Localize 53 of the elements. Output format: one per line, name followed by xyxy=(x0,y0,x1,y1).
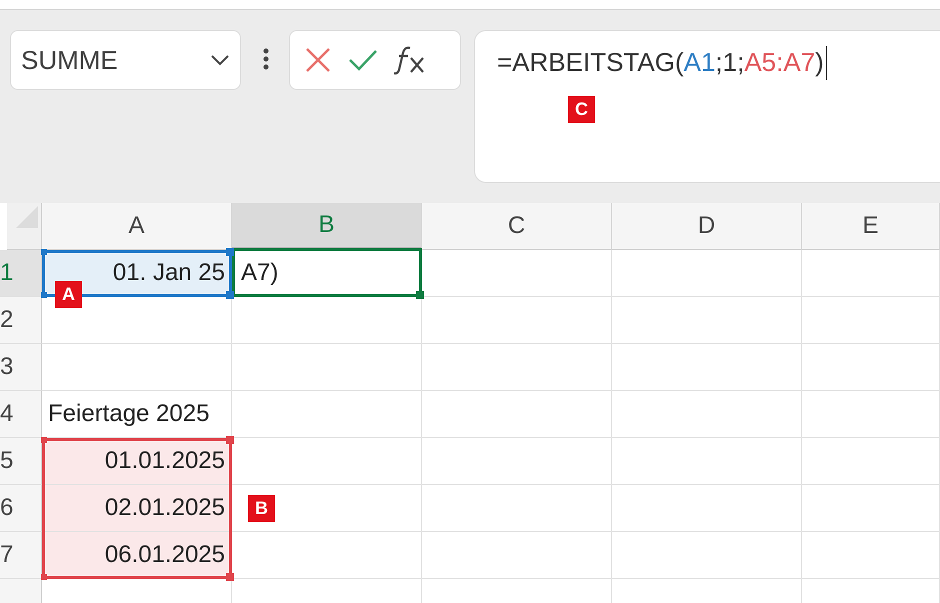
empty-cell[interactable] xyxy=(802,485,940,532)
table-cell[interactable]: 01.01.2025 xyxy=(42,438,232,485)
active-cell[interactable]: A7) xyxy=(232,248,422,297)
row-header[interactable]: 3 xyxy=(0,344,42,391)
empty-cell[interactable] xyxy=(612,297,802,344)
empty-cell[interactable] xyxy=(612,438,802,485)
empty-cell[interactable] xyxy=(802,532,940,579)
column-header[interactable]: C xyxy=(422,203,612,250)
column-header[interactable]: B xyxy=(232,203,422,250)
fill-handle[interactable] xyxy=(416,291,424,299)
annotation-overlay: A xyxy=(55,281,82,308)
empty-cell[interactable] xyxy=(232,391,422,438)
empty-cell[interactable] xyxy=(802,250,940,297)
more-options-icon[interactable] xyxy=(263,48,269,70)
empty-cell[interactable] xyxy=(802,391,940,438)
empty-cell[interactable] xyxy=(802,438,940,485)
chevron-down-icon[interactable] xyxy=(210,54,230,66)
row-header[interactable]: 5 xyxy=(0,438,42,485)
empty-cell[interactable] xyxy=(422,391,612,438)
empty-cell[interactable] xyxy=(422,297,612,344)
empty-cell[interactable] xyxy=(612,485,802,532)
empty-cell[interactable] xyxy=(232,344,422,391)
name-box[interactable]: SUMME xyxy=(10,30,241,90)
check-icon[interactable] xyxy=(348,48,378,72)
empty-cell[interactable] xyxy=(612,250,802,297)
text-cursor xyxy=(826,46,827,80)
empty-cell[interactable] xyxy=(232,297,422,344)
cancel-icon[interactable] xyxy=(304,46,332,74)
formula-text: =ARBEITSTAG(A1;1;A5:A7) xyxy=(497,46,824,79)
empty-cell[interactable] xyxy=(422,485,612,532)
column-header[interactable]: A xyxy=(42,203,232,250)
table-cell[interactable]: 06.01.2025 xyxy=(42,532,232,579)
column-header[interactable]: E xyxy=(802,203,940,250)
empty-cell[interactable] xyxy=(802,297,940,344)
empty-cell[interactable] xyxy=(422,250,612,297)
empty-cell[interactable] xyxy=(612,532,802,579)
empty-cell[interactable] xyxy=(612,344,802,391)
annotation-overlay: B xyxy=(248,495,275,522)
empty-cell[interactable] xyxy=(422,344,612,391)
empty-cell[interactable] xyxy=(422,438,612,485)
column-header[interactable]: D xyxy=(612,203,802,250)
empty-cell[interactable] xyxy=(422,532,612,579)
row-header[interactable]: 7 xyxy=(0,532,42,579)
name-box-value: SUMME xyxy=(21,44,118,76)
empty-cell[interactable] xyxy=(612,391,802,438)
empty-cell[interactable] xyxy=(802,344,940,391)
row-header[interactable]: 1 xyxy=(0,250,42,297)
table-cell[interactable]: 02.01.2025 xyxy=(42,485,232,532)
annotation-overlay: C xyxy=(568,96,595,123)
row-header[interactable]: 2 xyxy=(0,297,42,344)
select-all-corner[interactable] xyxy=(7,203,42,250)
row-header[interactable]: 4 xyxy=(0,391,42,438)
row-header[interactable]: 6 xyxy=(0,485,42,532)
